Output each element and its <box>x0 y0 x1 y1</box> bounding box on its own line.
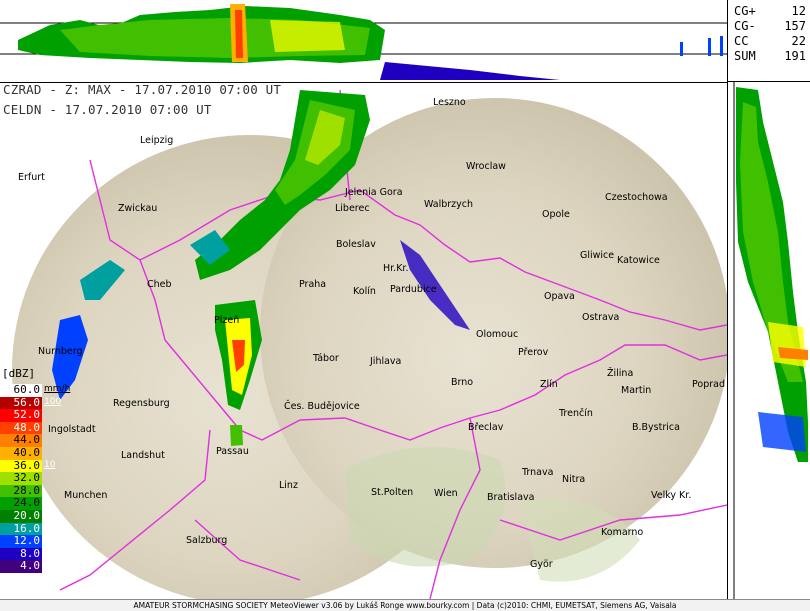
city-label: Leszno <box>433 97 466 108</box>
city-label: Olomouc <box>476 329 518 340</box>
lightning-stats: CG+ 12 CG- 157 CC 22 SUM 191 <box>727 0 810 82</box>
city-label: Zlín <box>540 379 558 390</box>
city-label: Nitra <box>562 474 585 485</box>
city-label: St.Polten <box>371 487 413 498</box>
city-label: Trnava <box>521 467 553 478</box>
rain-rate-label: 10 <box>44 459 56 470</box>
stat-row: CG- 157 <box>734 19 806 33</box>
city-label: Bratislava <box>487 492 534 503</box>
city-label: Komarno <box>601 527 643 538</box>
radar-product-label: CZRAD - Z: MAX - 17.07.2010 07:00 UT <box>3 82 282 97</box>
city-label: Wroclaw <box>466 161 506 172</box>
city-label: Poprad <box>692 379 725 390</box>
city-label: Velky Kr. <box>651 490 691 501</box>
credits-footer: AMATEUR STORMCHASING SOCIETY MeteoViewer… <box>0 599 810 611</box>
rain-rate-label: 100 <box>44 396 62 407</box>
rain-rate-label: 0.1 <box>44 562 59 573</box>
city-label: Přerov <box>518 347 549 358</box>
stat-row: SUM 191 <box>734 49 806 63</box>
city-label: Nurnberg <box>38 346 83 357</box>
stat-row: CG+ 12 <box>734 4 806 18</box>
city-label: Ostrava <box>582 312 619 323</box>
city-label: Opole <box>542 209 570 220</box>
city-label: Liberec <box>335 203 370 214</box>
lightning-profile-ew <box>0 0 727 83</box>
city-label: Hr.Kr. <box>383 263 408 274</box>
legend-level: 40.0 <box>0 446 42 460</box>
legend-level: 12.0 <box>0 535 42 548</box>
legend-level: 20.0 <box>0 509 42 523</box>
city-label: Tábor <box>312 353 339 364</box>
city-label: Katowice <box>617 255 660 266</box>
legend-level: 32.0 <box>0 472 42 485</box>
city-label: Praha <box>299 279 326 290</box>
city-label: Žilina <box>607 367 633 379</box>
city-label: Linz <box>279 480 298 491</box>
legend-level: 52.0 <box>0 409 42 422</box>
city-label: Pardubice <box>390 284 437 295</box>
stat-row: CC 22 <box>734 34 806 48</box>
city-label: Landshut <box>121 450 165 461</box>
city-label: Leipzig <box>140 135 173 146</box>
city-label: Ingolstadt <box>48 424 96 435</box>
city-label: Jihlava <box>369 356 401 367</box>
city-label: Trenčín <box>558 408 593 419</box>
lightning-product-label: CELDN - 17.07.2010 07:00 UT <box>3 102 212 117</box>
city-label: Gliwice <box>580 250 614 261</box>
city-label: Regensburg <box>113 398 170 409</box>
city-label: Passau <box>216 446 249 457</box>
city-label: Salzburg <box>186 535 227 546</box>
city-label: Čes. Budějovice <box>284 400 360 412</box>
legend-level: 4.0 <box>0 560 42 573</box>
city-label: Cheb <box>147 279 172 290</box>
city-label: Brno <box>451 377 473 388</box>
city-label: Györ <box>530 559 553 570</box>
rain-rate-label: 1 <box>44 522 50 533</box>
city-label: Kolín <box>353 286 376 297</box>
city-label: Wien <box>434 488 458 499</box>
lightning-profile-ns <box>727 82 810 599</box>
city-label: Boleslav <box>336 239 376 250</box>
legend-title: [dBZ] <box>2 367 36 380</box>
city-label: Plzeň <box>214 315 239 326</box>
city-label: Walbrzych <box>424 199 473 210</box>
city-label: Jelenia Gora <box>344 187 403 198</box>
city-label: B.Bystrica <box>632 422 680 433</box>
legend-level: 60.0 <box>0 383 42 397</box>
city-label: Zwickau <box>118 203 157 214</box>
rain-rate-label: mm/h <box>44 384 71 394</box>
radar-map[interactable]: Leszno Leipzig Wroclaw Jelenia Gora Libe… <box>0 82 727 599</box>
city-label: Břeclav <box>468 422 504 433</box>
city-label: Opava <box>544 291 575 302</box>
city-label: Czestochowa <box>605 192 668 203</box>
city-label: Erfurt <box>18 172 45 183</box>
city-label: Munchen <box>64 490 107 501</box>
city-label: Martin <box>621 385 651 396</box>
